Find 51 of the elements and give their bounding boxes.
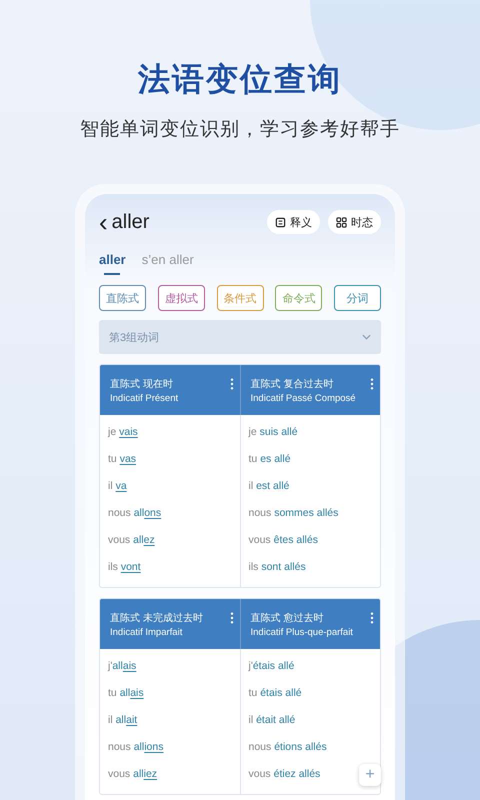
- conjugation-form: je vais: [108, 425, 138, 440]
- more-icon[interactable]: [370, 612, 374, 624]
- conjugation-form: tu allais: [108, 686, 144, 701]
- conjugation-form: tu vas: [108, 452, 136, 467]
- back-button[interactable]: ‹: [99, 212, 108, 232]
- verb-tab[interactable]: s’en aller: [142, 252, 194, 275]
- conjugation-form: tu es allé: [248, 452, 291, 467]
- conjugation-form: ils vont: [108, 560, 141, 575]
- mood-button[interactable]: 条件式: [216, 285, 264, 311]
- conjugation-form: nous allons: [108, 506, 162, 521]
- action-button[interactable]: 时态: [328, 210, 381, 234]
- mood-button[interactable]: 直陈式: [99, 285, 146, 311]
- mood-button[interactable]: 命令式: [275, 285, 322, 311]
- verb-title: aller: [112, 210, 150, 234]
- conjugation-form: j'étais allé: [248, 659, 294, 674]
- conjugation-form: tu étais allé: [248, 686, 302, 701]
- conjugation-form: je suis allé: [248, 425, 298, 440]
- conjugation-form: il va: [108, 479, 127, 494]
- grid-icon: [336, 216, 347, 228]
- conjugation-form: il est allé: [248, 479, 290, 494]
- conjugation-form: nous allions: [108, 740, 164, 755]
- subtitle: 智能单词变位识别，学习参考好帮手: [80, 118, 400, 142]
- verb-tab[interactable]: aller: [99, 252, 126, 275]
- conjugation-form: nous étions allés: [248, 740, 327, 755]
- tense-name: 直陈式 复合过去时: [250, 378, 334, 391]
- conjugation-form: vous alliez: [108, 767, 158, 782]
- tense-name-french: Indicatif Imparfait: [110, 627, 184, 638]
- add-button[interactable]: +: [359, 764, 381, 786]
- conjugation-form: j'allais: [108, 659, 136, 674]
- document-icon: [275, 216, 286, 228]
- headline: 法语变位查询: [138, 60, 342, 99]
- mood-button[interactable]: 分词: [334, 285, 381, 311]
- tense-name: 直陈式 愈过去时: [250, 612, 324, 625]
- more-icon[interactable]: [230, 378, 234, 390]
- conjugation-form: vous étiez allés: [248, 767, 320, 782]
- conjugation-form: vous êtes allés: [248, 533, 318, 548]
- tense-name-french: Indicatif Présent: [110, 393, 180, 404]
- conjugation-form: ils sont allés: [248, 560, 306, 575]
- mood-button[interactable]: 虚拟式: [158, 285, 205, 311]
- tense-name-french: Indicatif Passé Composé: [250, 393, 357, 404]
- conjugation-form: il allait: [108, 713, 138, 728]
- conjugation-form: vous allez: [108, 533, 155, 548]
- action-button[interactable]: 释义: [267, 210, 320, 234]
- conjugation-form: il était allé: [248, 713, 296, 728]
- tense-name-french: Indicatif Plus-que-parfait: [250, 627, 354, 638]
- conjugation-form: nous sommes allés: [248, 506, 338, 521]
- more-icon[interactable]: [230, 612, 234, 624]
- tense-name: 直陈式 未完成过去时: [110, 612, 204, 625]
- group-dropdown[interactable]: 第3组动词: [99, 320, 381, 354]
- more-icon[interactable]: [370, 378, 374, 390]
- tense-name: 直陈式 现在时: [110, 378, 174, 391]
